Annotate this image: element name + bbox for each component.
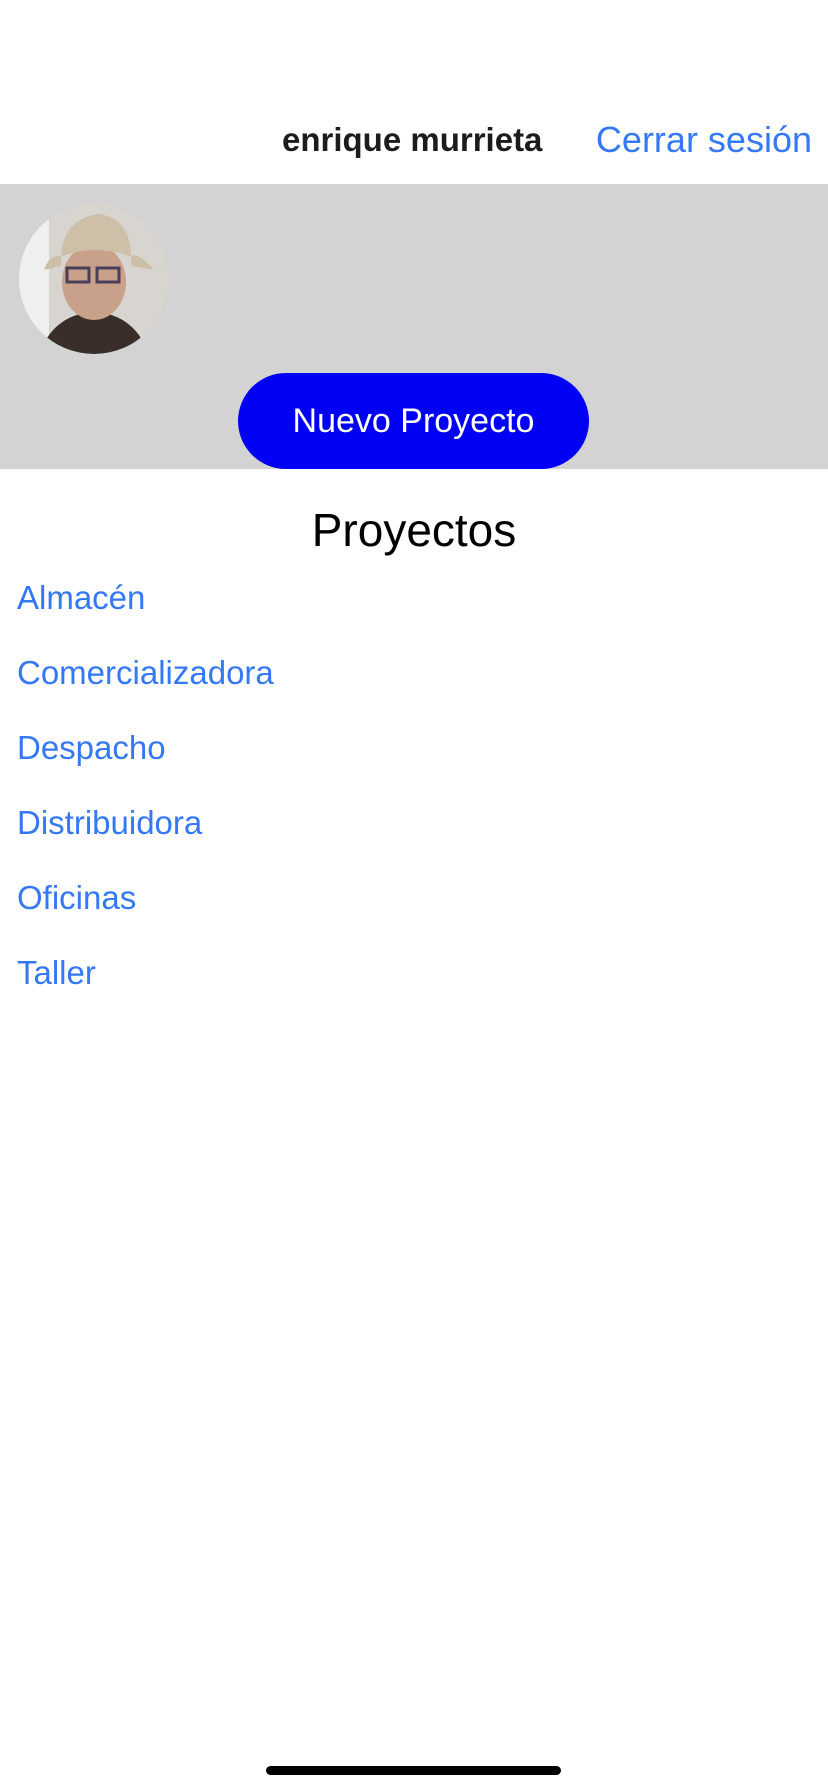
home-indicator[interactable] [266,1766,561,1775]
projects-list: Almacén Comercializadora Despacho Distri… [17,577,274,1027]
profile-band: Nuevo Proyecto [0,184,828,469]
project-link[interactable]: Almacén [17,577,274,652]
user-name: enrique murrieta [282,121,543,158]
projects-title: Proyectos [311,504,517,556]
app-screen: enrique murrieta Cerrar sesión Nuevo Pro… [0,0,828,1792]
new-project-button[interactable]: Nuevo Proyecto [238,373,589,469]
project-link[interactable]: Oficinas [17,877,274,952]
project-link[interactable]: Distribuidora [17,802,274,877]
avatar [19,204,169,354]
project-link[interactable]: Despacho [17,727,274,802]
logout-link[interactable]: Cerrar sesión [596,119,812,161]
project-link[interactable]: Taller [17,952,274,1027]
project-link[interactable]: Comercializadora [17,652,274,727]
